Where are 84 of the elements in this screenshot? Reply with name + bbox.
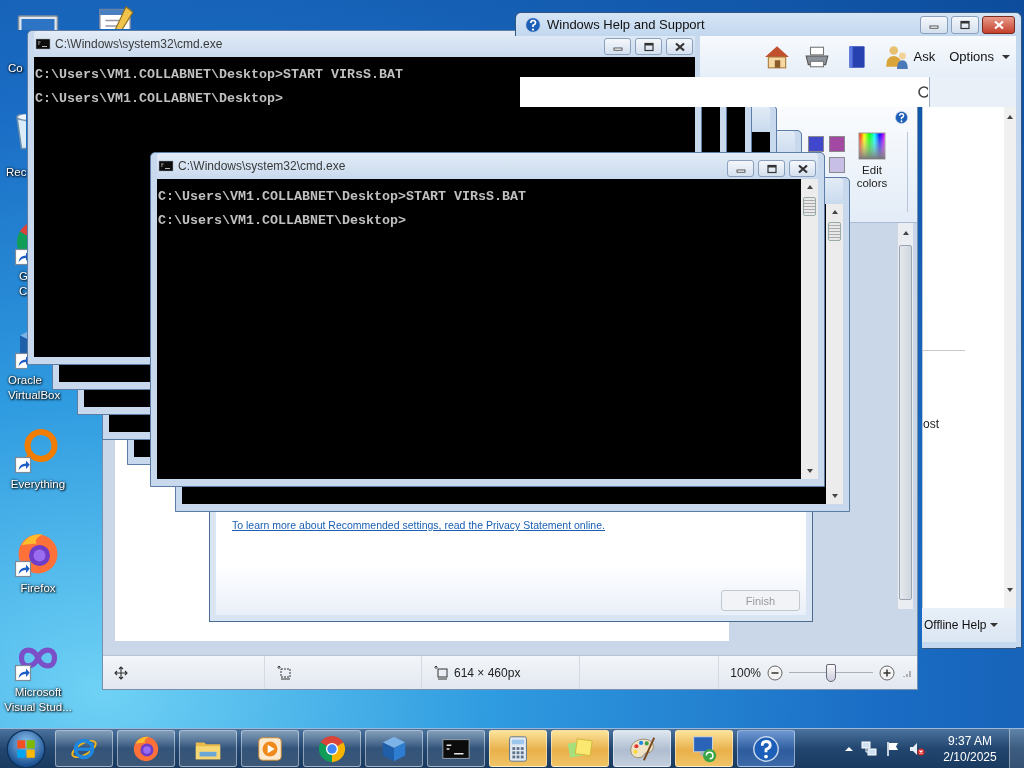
image-size: 614 × 460px <box>454 665 521 680</box>
zoom-out-button[interactable] <box>767 664 783 681</box>
icon-label: Firefox <box>20 581 56 596</box>
maximize-button[interactable] <box>951 15 979 34</box>
window-title: C:\Windows\system32\cmd.exe <box>178 159 346 173</box>
color-swatch[interactable] <box>808 136 824 152</box>
selection-icon <box>276 664 292 681</box>
close-icon <box>795 163 810 174</box>
console-line: C:\Users\VM1.COLLABNET\Desktop>START VIRsS.BAT <box>35 69 404 81</box>
taskbar-button[interactable] <box>427 730 485 767</box>
close-icon <box>991 19 1006 30</box>
color-spectrum-icon <box>858 132 886 160</box>
caret-icon <box>1002 52 1010 61</box>
terminal-icon <box>158 158 174 174</box>
search-icon[interactable] <box>916 84 928 100</box>
people-icon <box>883 43 910 70</box>
show-desktop-button[interactable] <box>1009 729 1024 768</box>
icon-label: Rec <box>5 165 27 180</box>
minimize-button[interactable] <box>604 38 631 55</box>
ask-button[interactable]: Ask <box>883 43 936 70</box>
icon-label: G C <box>18 269 28 299</box>
scroll-up-arrow[interactable] <box>805 183 814 191</box>
scroll-down-arrow[interactable] <box>830 492 839 500</box>
move-icon <box>114 665 128 680</box>
console-line: C:\Users\VM1.COLLABNET\Desktop>START VIRsS.BAT <box>158 191 527 203</box>
icon-label: Microsoft Visual Stud... <box>4 685 72 715</box>
scroll-up-arrow[interactable] <box>901 229 910 237</box>
scroll-down-arrow[interactable] <box>805 467 814 475</box>
privacy-link[interactable]: To learn more about Recommended settings, read the Privacy Statement online. <box>232 519 605 531</box>
help-icon[interactable] <box>894 110 909 125</box>
scroll-up-arrow[interactable] <box>1006 113 1014 121</box>
scrollbar[interactable] <box>897 223 913 609</box>
maximize-button[interactable] <box>758 160 785 177</box>
caret-icon[interactable] <box>845 744 853 753</box>
pane-text: ost <box>923 417 939 431</box>
window-title: Windows Help and Support <box>547 17 705 32</box>
options-button[interactable]: Options <box>949 49 1010 64</box>
maximize-button[interactable] <box>635 38 662 55</box>
scrollbar[interactable] <box>801 179 818 479</box>
image-size-icon <box>433 664 449 681</box>
maximize-icon <box>641 41 656 52</box>
console-line: C:\Users\VM1.COLLABNET\Desktop> <box>35 93 284 105</box>
maximize-icon <box>764 163 779 174</box>
scroll-thumb[interactable] <box>803 197 816 216</box>
taskbar-button[interactable] <box>241 730 299 767</box>
slider-thumb[interactable] <box>826 663 836 682</box>
help-icon <box>524 15 542 34</box>
network-icon[interactable] <box>861 740 877 757</box>
start-button[interactable] <box>6 728 46 768</box>
caret-icon <box>990 621 999 629</box>
minimize-button[interactable] <box>727 160 754 177</box>
terminal-icon <box>35 36 51 52</box>
color-swatch[interactable] <box>829 157 845 173</box>
icon-label: Co <box>7 61 23 76</box>
clock-time[interactable]: 9:37 AM <box>948 732 992 749</box>
scrollbar[interactable] <box>1004 107 1016 608</box>
clock-date[interactable]: 2/10/2025 <box>943 748 997 765</box>
scroll-thumb[interactable] <box>899 245 912 600</box>
icon-label: Oracle VirtualBox <box>7 373 61 403</box>
window-title: C:\Windows\system32\cmd.exe <box>55 37 223 51</box>
zoom-level: 100% <box>730 665 761 680</box>
color-swatch[interactable] <box>829 136 845 152</box>
scroll-thumb[interactable] <box>828 222 841 241</box>
help-icon <box>751 733 781 764</box>
icon-label: Everything <box>10 477 66 492</box>
maximize-icon <box>958 19 972 30</box>
taskbar-button[interactable] <box>737 730 795 767</box>
close-button[interactable] <box>982 15 1015 34</box>
scroll-down-arrow[interactable] <box>1006 586 1014 594</box>
close-button[interactable] <box>789 160 816 177</box>
search-field[interactable] <box>520 77 930 107</box>
flag-icon[interactable] <box>885 740 901 757</box>
taskbar-button[interactable] <box>179 730 237 767</box>
close-icon <box>672 41 687 52</box>
taskbar-button[interactable] <box>303 730 361 767</box>
offline-help-button[interactable]: Offline Help <box>922 608 1016 648</box>
taskbar-button[interactable] <box>675 730 733 767</box>
scroll-up-arrow[interactable] <box>830 208 839 216</box>
console-line: C:\Users\VM1.COLLABNET\Desktop> <box>158 215 407 227</box>
zoom-in-button[interactable] <box>879 664 895 681</box>
scrollbar[interactable] <box>826 204 843 504</box>
browser-icon <box>317 733 347 764</box>
edit-colors-button[interactable]: Edit colors <box>851 132 893 190</box>
close-button[interactable] <box>666 38 693 55</box>
